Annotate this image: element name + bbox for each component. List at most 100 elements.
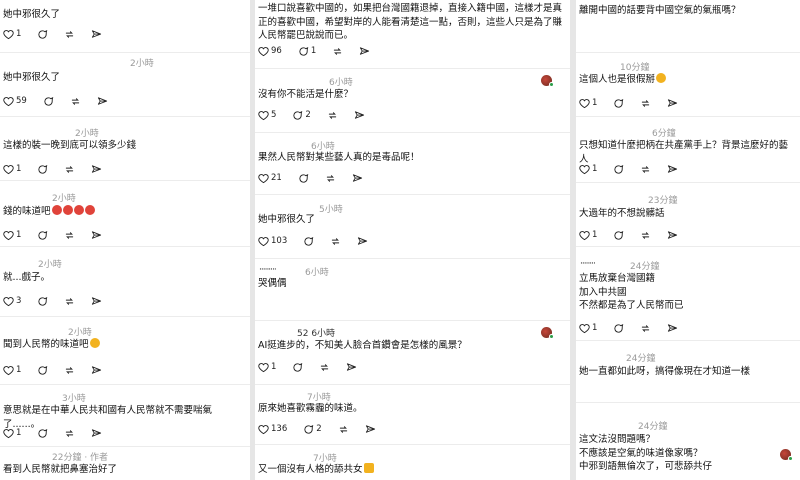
- reply-item: 7小時 又一個沒有人格的舔共女: [255, 444, 570, 480]
- repost-button[interactable]: [64, 230, 75, 241]
- heart-icon: [3, 230, 14, 240]
- comment-button[interactable]: [37, 29, 48, 40]
- avatar[interactable]: [541, 327, 554, 339]
- like-button[interactable]: 1: [3, 29, 21, 40]
- heart-icon: [3, 96, 14, 106]
- share-button[interactable]: [91, 164, 102, 175]
- share-button[interactable]: [667, 164, 678, 175]
- comment-icon: [299, 46, 309, 56]
- heart-icon: [3, 365, 14, 375]
- comment-button[interactable]: [37, 296, 48, 307]
- share-button[interactable]: [359, 46, 370, 57]
- comment-button[interactable]: [613, 164, 624, 175]
- comment-button[interactable]: [37, 428, 48, 439]
- reply-text: 這樣的裝一晚到底可以領多少錢: [3, 140, 137, 151]
- send-icon: [92, 164, 102, 173]
- reply-item: 52 6小時 AI挺進步的，不知美人臉合首鑽會是怎樣的風景？ 1: [255, 320, 570, 384]
- repost-button[interactable]: [640, 98, 651, 109]
- like-button[interactable]: 21: [258, 173, 282, 184]
- share-button[interactable]: [352, 173, 363, 184]
- like-button[interactable]: 5: [258, 110, 276, 121]
- comment-button[interactable]: [613, 98, 624, 109]
- comment-button[interactable]: [303, 236, 314, 247]
- reply-time: 6小時: [329, 78, 353, 88]
- repost-button[interactable]: [327, 110, 338, 121]
- like-button[interactable]: 3: [3, 296, 21, 307]
- repost-button[interactable]: [64, 365, 75, 376]
- reply-item: 24分鐘 這文法沒問題嗎？ 不應該是空氣的味道像家嗎？ 中邪到語無倫次了，可悲舔…: [576, 402, 800, 480]
- share-button[interactable]: [667, 98, 678, 109]
- like-button[interactable]: 1: [579, 323, 597, 334]
- reply-text: 這文法沒問題嗎？ 不應該是空氣的味道像家嗎？ 中邪到語無倫次了，可悲舔共仔: [579, 434, 713, 472]
- comment-icon: [614, 323, 624, 333]
- like-button[interactable]: 1: [3, 230, 21, 241]
- repost-button[interactable]: [338, 424, 349, 435]
- reply-time: 23分鐘: [648, 196, 678, 206]
- like-button[interactable]: 103: [258, 236, 287, 247]
- comment-button[interactable]: 1: [298, 46, 316, 57]
- share-button[interactable]: [357, 236, 368, 247]
- repost-button[interactable]: [640, 230, 651, 241]
- repost-button[interactable]: [319, 362, 330, 373]
- comment-button[interactable]: [43, 96, 54, 107]
- repost-icon: [66, 231, 74, 239]
- share-button[interactable]: [346, 362, 357, 373]
- like-button[interactable]: 1: [579, 164, 597, 175]
- share-button[interactable]: [97, 96, 108, 107]
- like-button[interactable]: 136: [258, 424, 287, 435]
- comment-button[interactable]: 2: [303, 424, 322, 435]
- reply-text: 她中邪很久了: [3, 72, 61, 83]
- reply-time: 24分鐘: [630, 262, 660, 272]
- send-icon: [97, 96, 107, 105]
- share-button[interactable]: [354, 110, 365, 121]
- repost-button[interactable]: [64, 428, 75, 439]
- repost-button[interactable]: [640, 323, 651, 334]
- share-button[interactable]: [91, 365, 102, 376]
- repost-icon: [66, 165, 74, 173]
- repost-button[interactable]: [64, 29, 75, 40]
- like-button[interactable]: 96: [258, 46, 282, 57]
- comment-button[interactable]: [37, 230, 48, 241]
- comment-button[interactable]: [298, 173, 309, 184]
- repost-button[interactable]: [70, 96, 81, 107]
- repost-button[interactable]: [64, 296, 75, 307]
- reply-text: 原來她喜歡霧霾的味道。: [258, 403, 363, 414]
- share-button[interactable]: [91, 296, 102, 307]
- like-button[interactable]: 1: [258, 362, 276, 373]
- comment-button[interactable]: [613, 230, 624, 241]
- like-button[interactable]: 1: [579, 230, 597, 241]
- heart-icon: [579, 323, 590, 333]
- like-button[interactable]: 1: [579, 98, 597, 109]
- like-button[interactable]: 1: [3, 164, 21, 175]
- repost-button[interactable]: [332, 46, 343, 57]
- share-button[interactable]: [91, 29, 102, 40]
- heart-icon: [579, 230, 590, 240]
- share-button[interactable]: [91, 230, 102, 241]
- reply-time: 6分鐘: [652, 129, 676, 139]
- reply-actions: 1: [3, 364, 118, 376]
- reply-text: AI挺進步的，不知美人臉合首鑽會是怎樣的風景？: [258, 340, 467, 351]
- share-button[interactable]: [91, 428, 102, 439]
- comment-button[interactable]: [292, 362, 303, 373]
- share-button[interactable]: [667, 230, 678, 241]
- comment-button[interactable]: [37, 164, 48, 175]
- repost-button[interactable]: [64, 164, 75, 175]
- reply-item: 2小時 就...戲子。 3: [0, 246, 250, 316]
- reply-item: 2小時 她中邪很久了 59: [0, 52, 250, 116]
- like-button[interactable]: 1: [3, 428, 21, 439]
- reply-text: 聞到人民幣的味道吧: [3, 338, 246, 352]
- comment-button[interactable]: [613, 323, 624, 334]
- heart-icon: [258, 362, 269, 372]
- share-button[interactable]: [667, 323, 678, 334]
- send-icon: [352, 173, 362, 182]
- like-button[interactable]: 59: [3, 96, 27, 107]
- avatar[interactable]: [541, 75, 554, 87]
- comment-button[interactable]: 2: [292, 110, 311, 121]
- repost-button[interactable]: [640, 164, 651, 175]
- share-button[interactable]: [365, 424, 376, 435]
- repost-button[interactable]: [325, 173, 336, 184]
- like-button[interactable]: 1: [3, 365, 21, 376]
- comment-button[interactable]: [37, 365, 48, 376]
- repost-button[interactable]: [330, 236, 341, 247]
- reply-column-1: 她中邪很久了 1 2小時 她中邪很久了 59 2小時 這樣的裝一晚到底可以領多少…: [0, 0, 250, 480]
